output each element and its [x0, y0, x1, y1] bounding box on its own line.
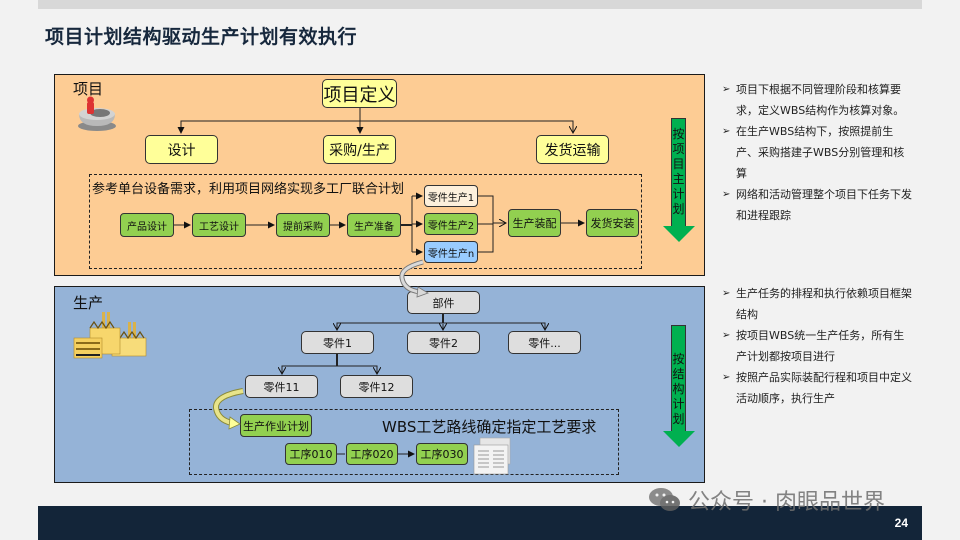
bullet-arrow-icon: ➢: [722, 372, 731, 383]
operation-020[interactable]: 工序020: [346, 443, 398, 465]
delivery-install-box[interactable]: 发货安装: [586, 209, 639, 237]
arrow-char: 构: [672, 382, 685, 396]
bullet-item: ➢ 网络和活动管理整个项目下任务下发和进程跟踪: [722, 184, 912, 226]
shipping-box[interactable]: 发货运输: [536, 135, 609, 164]
bullet-arrow-icon: ➢: [722, 189, 731, 200]
factory-icon: [73, 312, 147, 359]
bullet-text: 网络和活动管理整个项目下任务下发和进程跟踪: [736, 188, 912, 222]
step-product-design[interactable]: 产品设计: [120, 213, 174, 237]
bullet-text: 按照产品实际装配行程和项目中定义活动顺序，执行生产: [736, 371, 912, 405]
bullet-list-project: ➢ 项目下根据不同管理阶段和核算要求，定义WBS结构作为核算对象。 ➢ 在生产WBS结…: [722, 79, 912, 226]
bullet-item: ➢ 按照产品实际装配行程和项目中定义活动顺序，执行生产: [722, 367, 912, 409]
arrow-char: 计: [672, 187, 685, 201]
part-12-box[interactable]: 零件12: [340, 375, 413, 398]
part-production-2[interactable]: 零件生产2: [424, 213, 478, 235]
part-2-box[interactable]: 零件2: [407, 331, 480, 354]
arrow-char: 计: [672, 397, 685, 411]
bullet-item: ➢ 项目下根据不同管理阶段和核算要求，定义WBS结构作为核算对象。: [722, 79, 912, 121]
step-production-prep[interactable]: 生产准备: [347, 213, 401, 237]
part-11-box[interactable]: 零件11: [245, 375, 318, 398]
bullet-arrow-icon: ➢: [722, 84, 731, 95]
bullet-text: 生产任务的排程和执行依赖项目框架结构: [736, 287, 912, 321]
work-plan-box[interactable]: 生产作业计划: [240, 414, 312, 437]
wbs-routing-title: WBS工艺路线确定指定工艺要求: [382, 418, 597, 436]
page-title: 项目计划结构驱动生产计划有效执行: [45, 26, 358, 48]
arrow-char: 按: [672, 352, 685, 366]
arrow-char: 结: [672, 367, 685, 381]
slide: 项目计划结构驱动生产计划有效执行 项目 项目定义 设计 采购/生产 发货运输 参…: [0, 0, 960, 540]
operation-030[interactable]: 工序030: [416, 443, 468, 465]
arrow-char: 按: [672, 127, 685, 141]
document-icon: [473, 437, 511, 475]
bullet-list-production: ➢ 生产任务的排程和执行依赖项目框架结构 ➢ 按项目WBS统一生产任务，所有生产计划都…: [722, 283, 912, 409]
project-definition-box[interactable]: 项目定义: [322, 79, 397, 108]
bullet-arrow-icon: ➢: [722, 126, 731, 137]
procurement-production-box[interactable]: 采购/生产: [323, 135, 396, 164]
project-person-icon: [78, 96, 116, 131]
watermark-text: 公众号 · 肉眼品世界: [688, 490, 885, 515]
step-process-design[interactable]: 工艺设计: [192, 213, 246, 237]
part-more-box[interactable]: 零件...: [508, 331, 581, 354]
bullet-item: ➢ 在生产WBS结构下，按照提前生产、采购搭建子WBS分别管理和核算: [722, 121, 912, 184]
arrow-char: 划: [672, 412, 685, 426]
assembly-part-box[interactable]: 部件: [407, 291, 480, 314]
arrow-char: 目: [672, 157, 685, 171]
part-production-n[interactable]: 零件生产n: [424, 241, 478, 263]
arrow-char: 项: [672, 142, 685, 156]
page-number: 24: [894, 516, 908, 530]
top-bar: [38, 0, 922, 9]
watermark: 公众号 · 肉眼品世界: [648, 484, 885, 516]
arrow-head: [663, 431, 695, 447]
operation-010[interactable]: 工序010: [285, 443, 337, 465]
network-plan-title: 参考单台设备需求，利用项目网络实现多工厂联合计划: [92, 182, 405, 197]
master-plan-arrow: 按项目主计划: [663, 118, 695, 242]
bullet-arrow-icon: ➢: [722, 288, 731, 299]
wechat-icon: [649, 488, 680, 511]
arrow-head: [663, 226, 695, 242]
assembly-box[interactable]: 生产装配: [508, 209, 561, 237]
bullet-item: ➢ 生产任务的排程和执行依赖项目框架结构: [722, 283, 912, 325]
arrow-shaft: 按结构计划: [671, 325, 686, 431]
bullet-text: 项目下根据不同管理阶段和核算要求，定义WBS结构作为核算对象。: [736, 83, 905, 117]
arrow-shaft: 按项目主计划: [671, 118, 686, 226]
part-production-1[interactable]: 零件生产1: [424, 185, 478, 207]
part-1-box[interactable]: 零件1: [301, 331, 374, 354]
bullet-text: 按项目WBS统一生产任务，所有生产计划都按项目进行: [736, 329, 905, 363]
arrow-char: 划: [672, 202, 685, 216]
bullet-arrow-icon: ➢: [722, 330, 731, 341]
design-box[interactable]: 设计: [145, 135, 218, 164]
step-early-procurement[interactable]: 提前采购: [276, 213, 330, 237]
arrow-char: 主: [672, 172, 685, 186]
bullet-item: ➢ 按项目WBS统一生产任务，所有生产计划都按项目进行: [722, 325, 912, 367]
bullet-text: 在生产WBS结构下，按照提前生产、采购搭建子WBS分别管理和核算: [736, 125, 905, 180]
structure-plan-arrow: 按结构计划: [663, 325, 695, 447]
